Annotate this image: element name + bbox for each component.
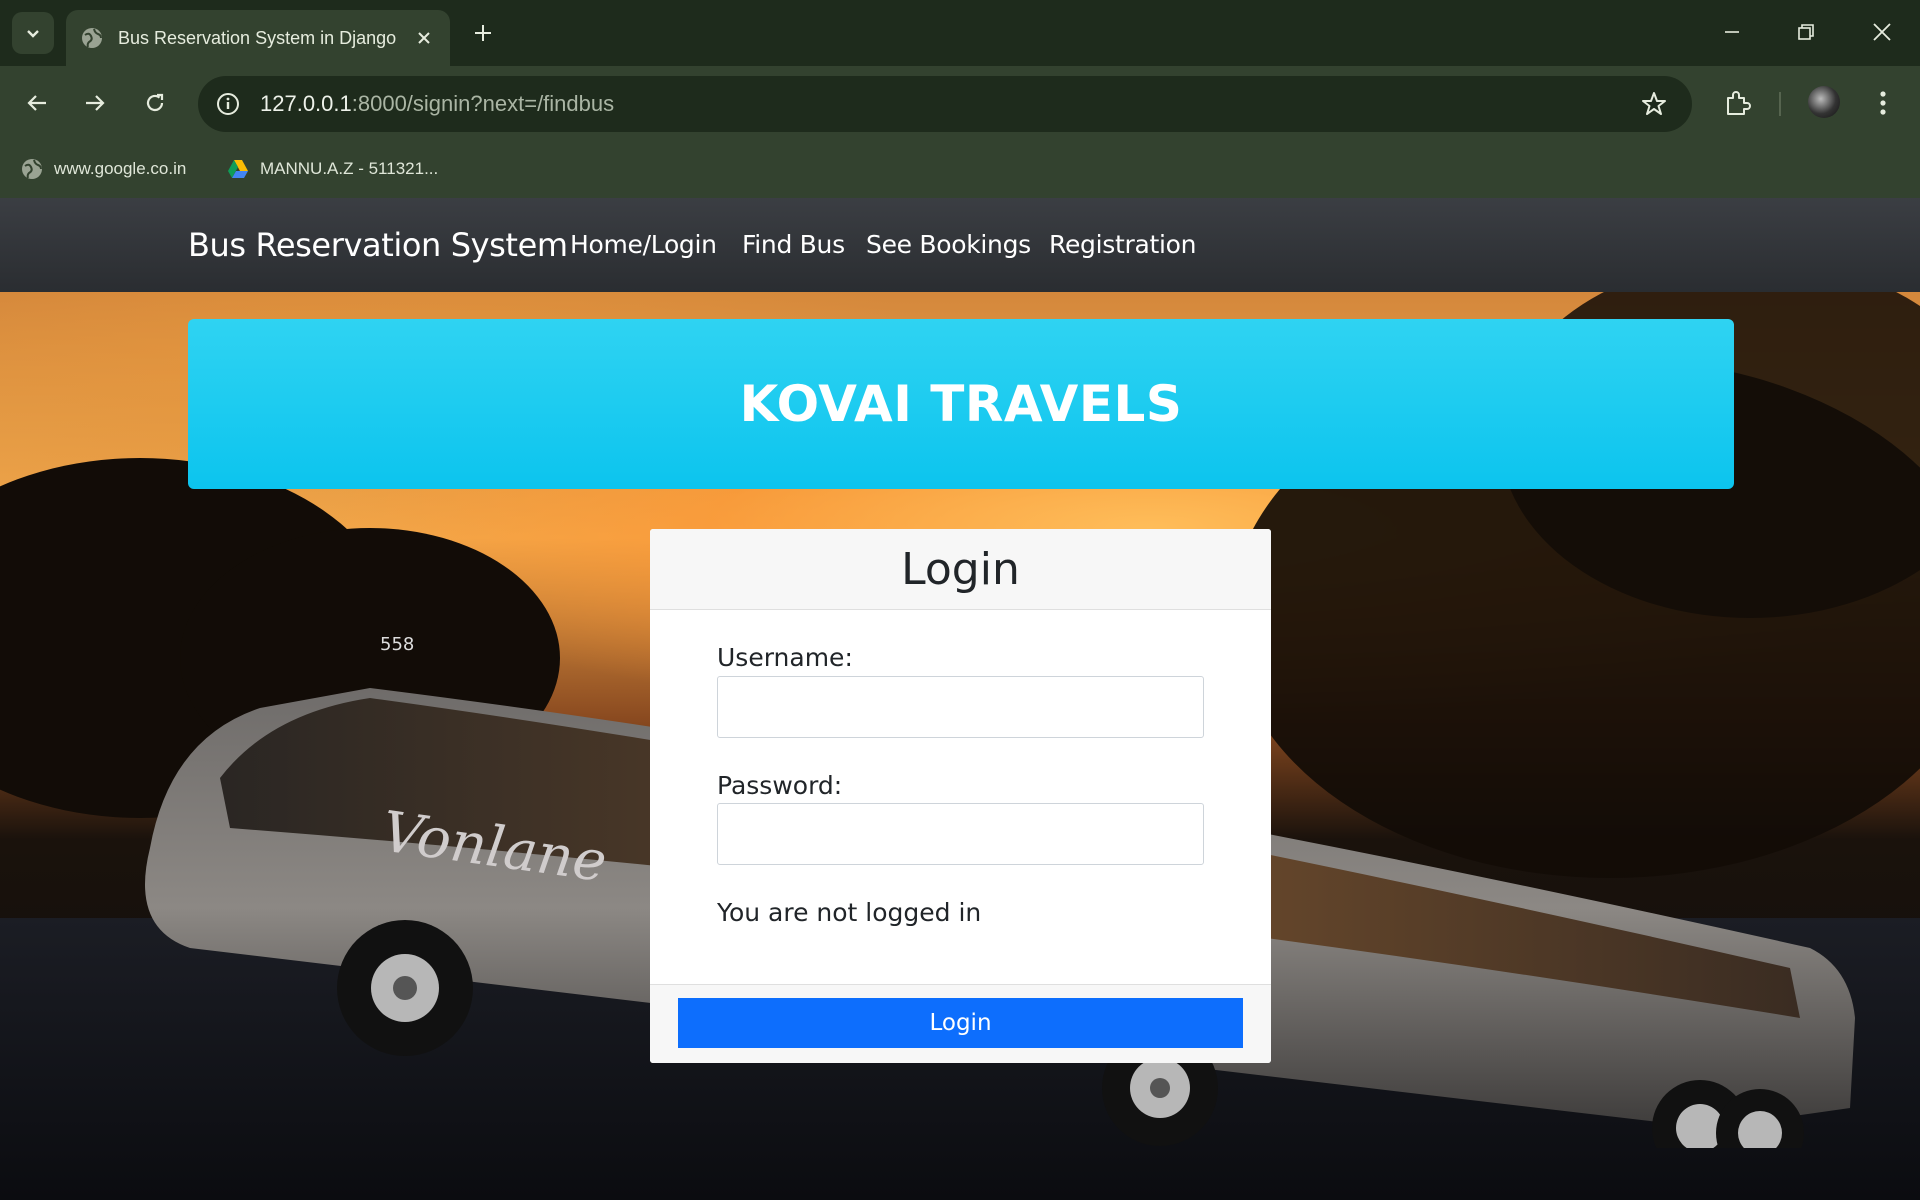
nav-link-registration[interactable]: Registration [1049, 230, 1196, 259]
tab-title: Bus Reservation System in Django [118, 27, 397, 48]
reload-button[interactable] [134, 82, 176, 124]
password-input[interactable] [717, 803, 1204, 865]
globe-icon [22, 159, 42, 179]
login-card-header: Login [650, 529, 1271, 610]
minimize-icon [1725, 31, 1739, 33]
site-info-icon[interactable] [212, 88, 244, 120]
username-label: Username: [717, 643, 853, 672]
restore-icon [1798, 24, 1814, 40]
login-title: Login [901, 543, 1020, 595]
login-status-text: You are not logged in [717, 898, 982, 927]
address-bar[interactable]: 127.0.0.1:8000/signin?next=/findbus [198, 76, 1692, 132]
bookmark-google[interactable]: www.google.co.in [20, 154, 186, 184]
url-text: 127.0.0.1:8000/signin?next=/findbus [260, 91, 615, 116]
bus-wheel [337, 920, 473, 1056]
active-tab[interactable]: Bus Reservation System in Django [66, 10, 450, 66]
login-button[interactable]: Login [678, 998, 1243, 1048]
navbar-brand[interactable]: Bus Reservation System [188, 226, 568, 264]
profile-avatar[interactable] [1808, 86, 1840, 118]
google-drive-icon [228, 160, 248, 178]
bookmark-star-icon[interactable] [1638, 88, 1670, 120]
menu-dots-icon[interactable] [1862, 82, 1904, 124]
nav-link-find-bus[interactable]: Find Bus [742, 230, 845, 259]
toolbar-divider [1779, 92, 1781, 116]
close-window-button[interactable] [1860, 12, 1904, 52]
browser-toolbar: 127.0.0.1:8000/signin?next=/findbus [0, 66, 1920, 140]
minimize-button[interactable] [1710, 12, 1754, 52]
banner: KOVAI TRAVELS [188, 319, 1734, 489]
close-icon [1873, 23, 1891, 41]
bookmark-drive[interactable]: MANNU.A.Z - 511321... [226, 154, 438, 184]
arrow-left-icon [27, 95, 46, 111]
restore-button[interactable] [1784, 12, 1828, 52]
login-card-footer: Login [650, 984, 1271, 1063]
web-page: Vonlane 558 Bus Reservation System Home/… [0, 198, 1920, 1200]
bookmarks-bar: www.google.co.in MANNU.A.Z - 511321... [0, 140, 1920, 198]
close-tab-icon[interactable] [412, 26, 436, 50]
chevron-down-icon [27, 30, 39, 38]
new-tab-button[interactable] [466, 16, 500, 50]
reload-icon [146, 93, 164, 112]
username-input[interactable] [717, 676, 1204, 738]
browser-tab-bar: Bus Reservation System in Django [0, 0, 1920, 66]
login-card: Login Username: Password: You are not lo… [650, 529, 1271, 1063]
banner-title: KOVAI TRAVELS [739, 375, 1183, 433]
nav-link-home-login[interactable]: Home/Login [570, 230, 717, 259]
tab-search-button[interactable] [12, 12, 54, 54]
site-navbar: Bus Reservation System Home/Login Find B… [0, 198, 1920, 292]
forward-button[interactable] [74, 82, 116, 124]
globe-icon [82, 28, 102, 48]
bus-number: 558 [380, 634, 414, 655]
plus-icon [475, 25, 491, 41]
back-button[interactable] [16, 82, 58, 124]
bookmark-label: MANNU.A.Z - 511321... [260, 159, 439, 178]
password-label: Password: [717, 771, 843, 800]
extensions-icon[interactable] [1716, 82, 1758, 124]
bookmark-label: www.google.co.in [54, 159, 187, 178]
arrow-right-icon [86, 95, 105, 111]
nav-link-see-bookings[interactable]: See Bookings [866, 230, 1031, 259]
